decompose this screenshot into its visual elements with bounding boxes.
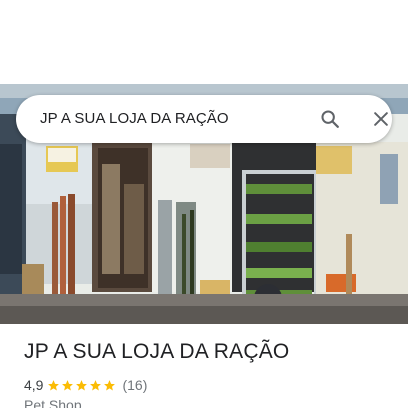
- star-icon: [90, 379, 102, 390]
- star-icon: [104, 379, 116, 390]
- close-icon[interactable]: [369, 107, 393, 131]
- map-top-area: [0, 0, 408, 84]
- place-title: JP A SUA LOJA DA RAÇÃO: [24, 340, 290, 363]
- place-category: Pet Shop: [24, 397, 82, 408]
- rating-value: 4,9: [24, 377, 44, 393]
- search-icon[interactable]: [318, 107, 342, 131]
- review-count[interactable]: (16): [122, 377, 147, 393]
- search-input[interactable]: JP A SUA LOJA DA RAÇÃO: [40, 95, 229, 143]
- star-icon: [76, 379, 88, 390]
- search-bar[interactable]: JP A SUA LOJA DA RAÇÃO: [16, 95, 392, 143]
- rating-row[interactable]: 4,9 (16): [24, 376, 147, 394]
- star-rating: [47, 379, 117, 392]
- star-icon: [48, 379, 60, 390]
- star-icon: [62, 379, 74, 390]
